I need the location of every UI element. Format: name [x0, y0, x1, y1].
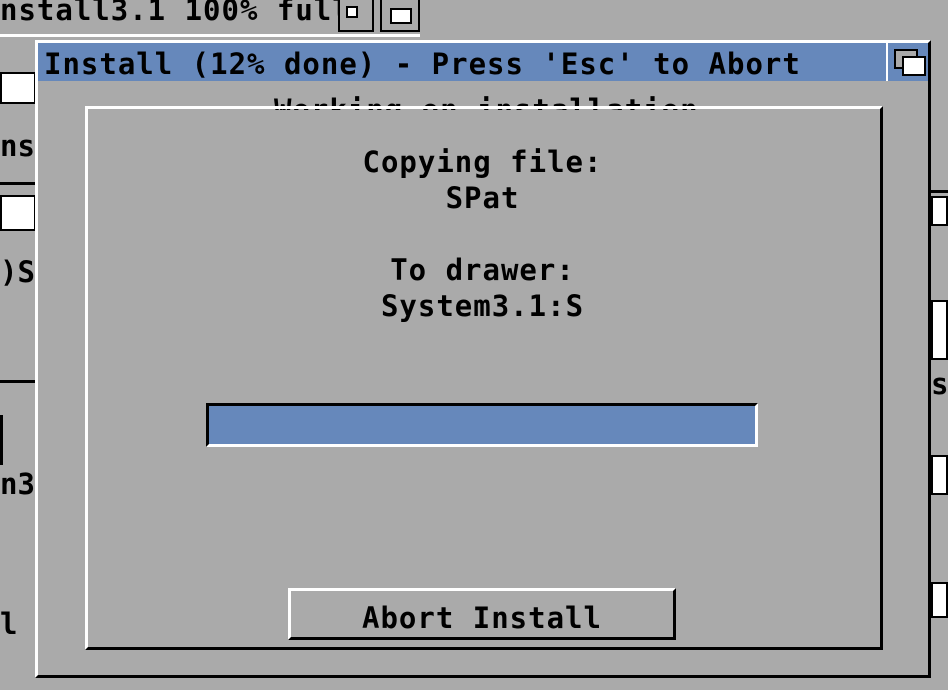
window-titlebar[interactable]: Install (12% done) - Press 'Esc' to Abor… [38, 43, 928, 81]
background-window-title: nstall3.1 100% full [0, 0, 351, 27]
progress-fill [209, 406, 755, 444]
background-fragment: s [931, 367, 948, 401]
drawer-name: System3.1:S [380, 289, 585, 323]
copying-label: Copying file: [362, 145, 603, 179]
file-name: SPat [445, 181, 520, 215]
window-title: Install (12% done) - Press 'Esc' to Abor… [44, 47, 801, 81]
divider [0, 415, 3, 465]
background-scrollbar[interactable] [931, 455, 948, 495]
zoom-gadget-icon[interactable] [338, 0, 374, 32]
drawer-label: To drawer: [390, 253, 575, 287]
background-window-icon [931, 582, 948, 618]
install-window: Install (12% done) - Press 'Esc' to Abor… [35, 40, 931, 678]
progress-bar [206, 403, 758, 447]
background-window-icon [0, 72, 36, 104]
background-window-titlebar: nstall3.1 100% full [0, 0, 350, 34]
divider [0, 380, 35, 383]
depth-gadget-icon[interactable] [380, 0, 420, 32]
abort-install-label: Abort Install [362, 601, 602, 635]
abort-install-button[interactable]: Abort Install [288, 588, 676, 640]
background-fragment: l [0, 607, 18, 641]
divider [0, 34, 420, 37]
depth-gadget-icon[interactable] [886, 43, 928, 81]
